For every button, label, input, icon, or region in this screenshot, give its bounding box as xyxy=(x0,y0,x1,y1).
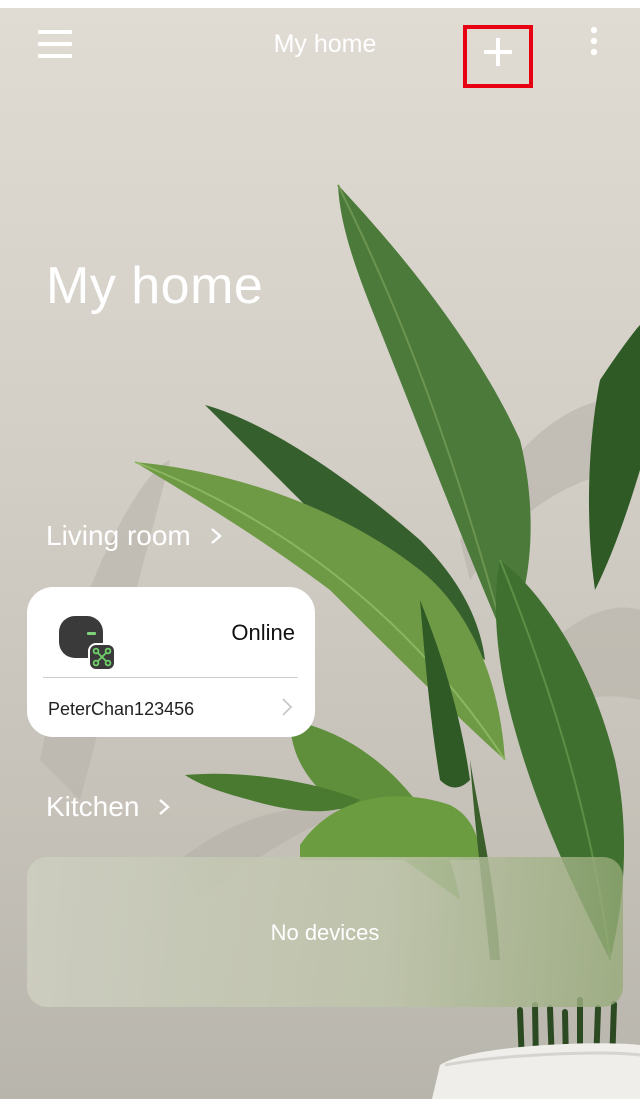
chevron-right-icon xyxy=(159,799,171,815)
hamburger-menu-icon xyxy=(38,30,72,58)
room-heading-kitchen[interactable]: Kitchen xyxy=(46,791,171,823)
room-name-label: Kitchen xyxy=(46,791,140,822)
menu-button[interactable] xyxy=(36,26,76,62)
smart-device-icon xyxy=(59,616,116,671)
device-status-label: Online xyxy=(231,620,295,645)
room-name-label: Living room xyxy=(46,520,191,551)
plus-icon xyxy=(484,38,512,66)
chevron-right-icon xyxy=(210,528,222,544)
home-title: My home xyxy=(46,257,264,315)
page-title: My home xyxy=(273,30,377,58)
device-name-label: PeterChan123456 xyxy=(48,699,195,719)
divider xyxy=(43,677,298,678)
top-app-bar: My home xyxy=(0,8,640,88)
vertical-ellipsis-icon xyxy=(590,26,598,56)
no-devices-label: No devices xyxy=(270,920,380,945)
home-screen: My home My home Living room Online Peter… xyxy=(0,0,640,1099)
chevron-right-icon xyxy=(282,698,293,716)
add-device-button[interactable] xyxy=(463,25,533,88)
more-options-button[interactable] xyxy=(580,24,608,64)
empty-room-card: No devices xyxy=(27,857,623,1007)
room-heading-living-room[interactable]: Living room xyxy=(46,520,223,552)
device-card[interactable]: Online PeterChan123456 xyxy=(27,587,315,737)
